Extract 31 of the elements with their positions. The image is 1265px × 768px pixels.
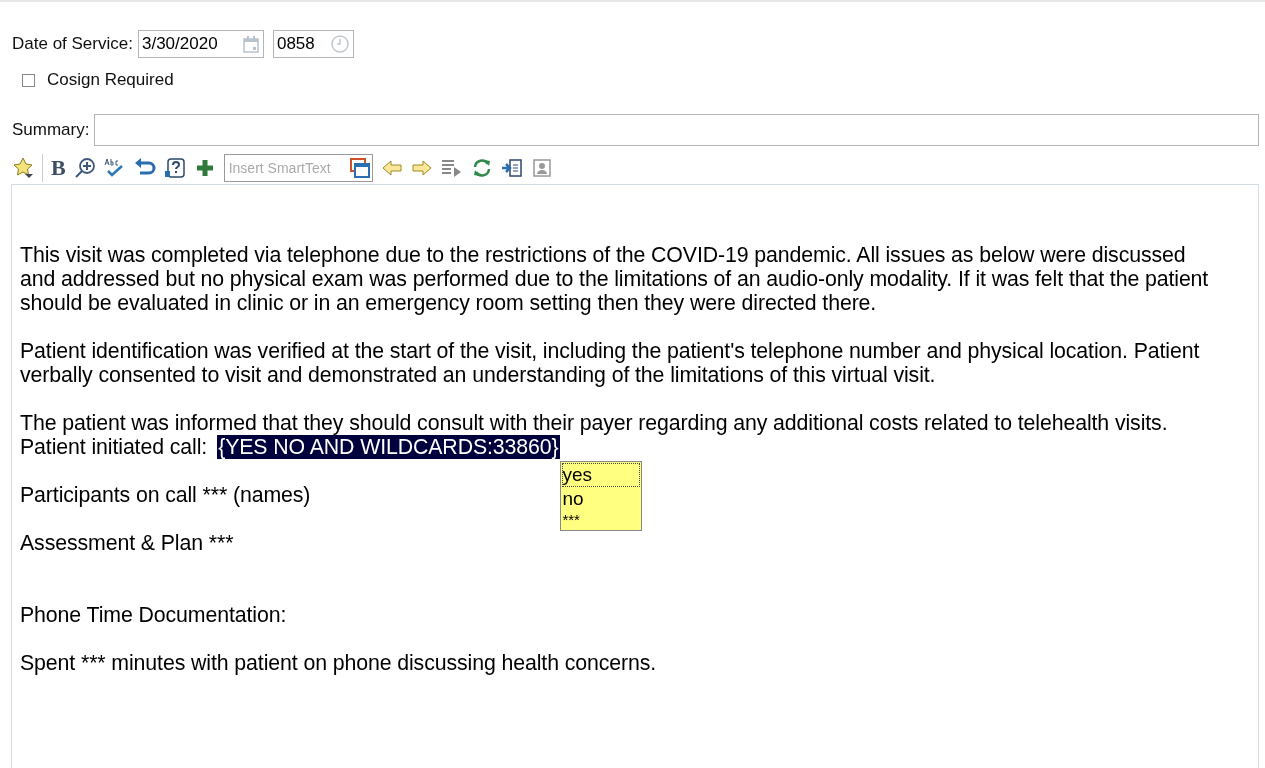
cosign-checkbox[interactable] (22, 73, 35, 87)
note-text: Spent *** minutes with patient on phone discussing health concerns. (20, 651, 657, 675)
windows-icon[interactable] (349, 158, 370, 178)
note-text: Patient identification was verified at the start of the visit, including the patient's telephone number and physical location. Patient verbally consented to visit and demonstrated an understanding of the limitations of this virtual visit. (20, 339, 1201, 387)
help-icon[interactable] (163, 157, 186, 179)
zoom-in-icon[interactable] (73, 157, 96, 179)
smartlist-option[interactable]: yes (561, 463, 640, 487)
checkbox-label: Cosign Required (47, 70, 174, 90)
field-label: Date of Service: (12, 34, 133, 54)
field-label: Summary: (12, 120, 90, 140)
bold-button[interactable]: B (51, 157, 66, 179)
note-text: Participants on call *** (names) (20, 483, 311, 507)
note-text: Patient initiated call: (20, 435, 208, 459)
note-editor[interactable] (11, 184, 1259, 768)
note-text: This visit was completed via telephone due to the restrictions of the COVID-19 pandemic. All issues as below were discussed and addressed but no physical exam was performed due to the limitations of an audio-only modality. If it was felt that the patient should be evaluated in clinic or in an emergency room setting then they were directed there. (20, 243, 1210, 315)
smartlist-option[interactable]: no (561, 487, 640, 511)
note-text: Assessment & Plan *** (20, 531, 234, 555)
note-text: The patient was informed that they should consult with their payer regarding any additional costs related to telehealth visits. (20, 411, 1168, 435)
smartlist-field[interactable]: {YES NO AND WILDCARDS:33860} (217, 435, 560, 459)
right-arrow-icon[interactable] (410, 157, 433, 179)
star-dropdown-icon[interactable] (12, 157, 34, 179)
person-card-icon[interactable] (530, 157, 553, 179)
time-field[interactable]: 0858 (272, 30, 354, 58)
lines-arrow-icon[interactable] (440, 157, 463, 179)
smarttext-field[interactable]: Insert SmartText (223, 154, 373, 182)
date-field[interactable]: 3/30/2020 (137, 30, 264, 58)
insert-document-icon[interactable] (500, 157, 523, 179)
left-arrow-icon[interactable] (380, 157, 403, 179)
smartlist-option[interactable]: *** (561, 511, 640, 529)
summary-field[interactable] (94, 114, 1259, 146)
note-text: Phone Time Documentation: (20, 603, 287, 627)
